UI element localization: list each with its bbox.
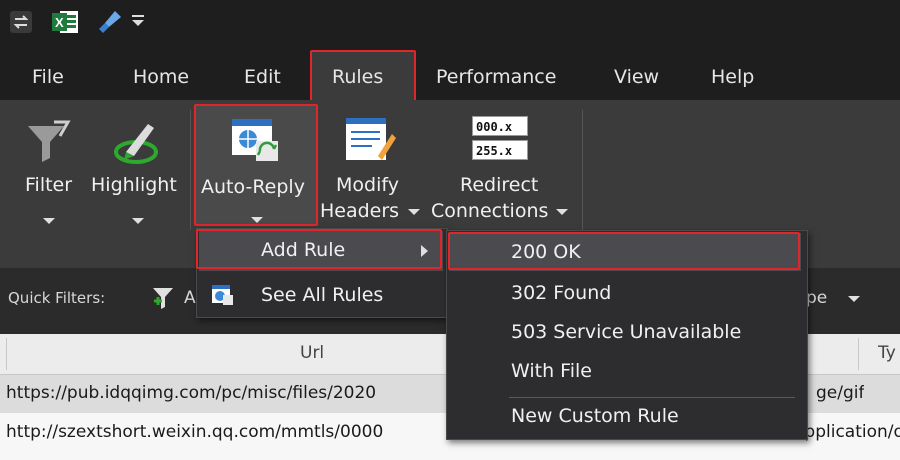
redirect-icon-bottom: 255.x (472, 140, 528, 160)
row-url: http://szextshort.weixin.qq.com/mmtls/00… (6, 422, 384, 442)
highlight-icon (114, 124, 158, 164)
see-all-rules-label: See All Rules (261, 284, 384, 306)
submenu-item-302-found[interactable]: 302 Found (449, 275, 801, 313)
header-divider-2 (858, 338, 859, 370)
submenu-item-503[interactable]: 503 Service Unavailable (449, 315, 801, 353)
swap-icon[interactable] (10, 11, 32, 33)
row-url: https://pub.idqqimg.com/pc/misc/files/20… (6, 383, 377, 403)
brush-icon[interactable] (95, 9, 123, 37)
quick-filter-partial-label: A (184, 288, 196, 308)
ribbon-separator (190, 110, 191, 230)
tab-edit[interactable]: Edit (244, 66, 281, 88)
tab-view[interactable]: View (614, 66, 659, 88)
redirect-icon-top: 000.x (472, 116, 528, 136)
filter-label: Filter (25, 174, 73, 196)
redirect-label-line1: Redirect (460, 174, 539, 196)
302-found-label: 302 Found (511, 282, 612, 304)
excel-icon[interactable]: X (52, 9, 80, 35)
redirect-connections-button[interactable]: 000.x 255.x Redirect Connections (428, 108, 574, 238)
svg-text:X: X (55, 15, 64, 30)
tab-file[interactable]: File (32, 66, 64, 88)
modify-headers-dropdown-icon[interactable] (408, 209, 420, 215)
column-header-type[interactable]: Ty (878, 343, 896, 363)
submenu-item-new-custom-rule[interactable]: New Custom Rule (449, 399, 801, 437)
redirect-icon: 000.x 255.x (472, 116, 530, 164)
tab-help[interactable]: Help (711, 66, 754, 88)
quick-access-bar (132, 15, 144, 17)
redirect-label-line2: Connections (431, 200, 549, 222)
new-custom-rule-label: New Custom Rule (511, 405, 679, 427)
503-label: 503 Service Unavailable (511, 321, 742, 343)
modify-headers-label-line2: Headers (320, 200, 400, 222)
rules-tab-highlight (310, 50, 416, 102)
filter-button[interactable]: Filter (12, 108, 84, 238)
submenu-item-with-file[interactable]: With File (449, 355, 801, 393)
row-type: ge/gif (816, 383, 865, 403)
ribbon-separator-2 (582, 110, 583, 230)
quick-filters-label: Quick Filters: (8, 289, 106, 307)
highlight-label: Highlight (91, 174, 177, 196)
column-filter-partial: pe (806, 288, 828, 308)
highlight-dropdown-icon[interactable] (132, 218, 144, 224)
add-rule-highlight (196, 229, 442, 269)
quick-access-dropdown-icon[interactable] (132, 20, 144, 26)
redirect-dropdown-icon[interactable] (556, 209, 568, 215)
add-filter-icon[interactable] (150, 285, 176, 311)
menu-item-see-all-rules[interactable]: See All Rules (199, 275, 443, 315)
modify-headers-label-line1: Modify (336, 174, 399, 196)
highlight-button[interactable]: Highlight (90, 108, 186, 238)
header-divider (6, 338, 7, 370)
modify-headers-icon (346, 118, 396, 160)
tab-performance[interactable]: Performance (436, 66, 556, 88)
modify-headers-button[interactable]: Modify Headers (320, 108, 420, 238)
auto-reply-highlight (194, 104, 318, 226)
see-all-rules-icon (212, 285, 233, 305)
column-header-url[interactable]: Url (300, 343, 324, 363)
filter-dropdown-icon[interactable] (43, 218, 55, 224)
filter-icon (28, 120, 71, 162)
with-file-label: With File (511, 360, 592, 382)
column-filter-dropdown-icon[interactable] (848, 296, 860, 302)
menu-bar: File Home Edit Rules Performance View He… (0, 46, 900, 102)
submenu-divider (509, 397, 795, 398)
row-type: application/o (794, 422, 900, 442)
200-ok-highlight (448, 232, 800, 270)
tab-home[interactable]: Home (133, 66, 189, 88)
title-bar: X (0, 0, 900, 46)
